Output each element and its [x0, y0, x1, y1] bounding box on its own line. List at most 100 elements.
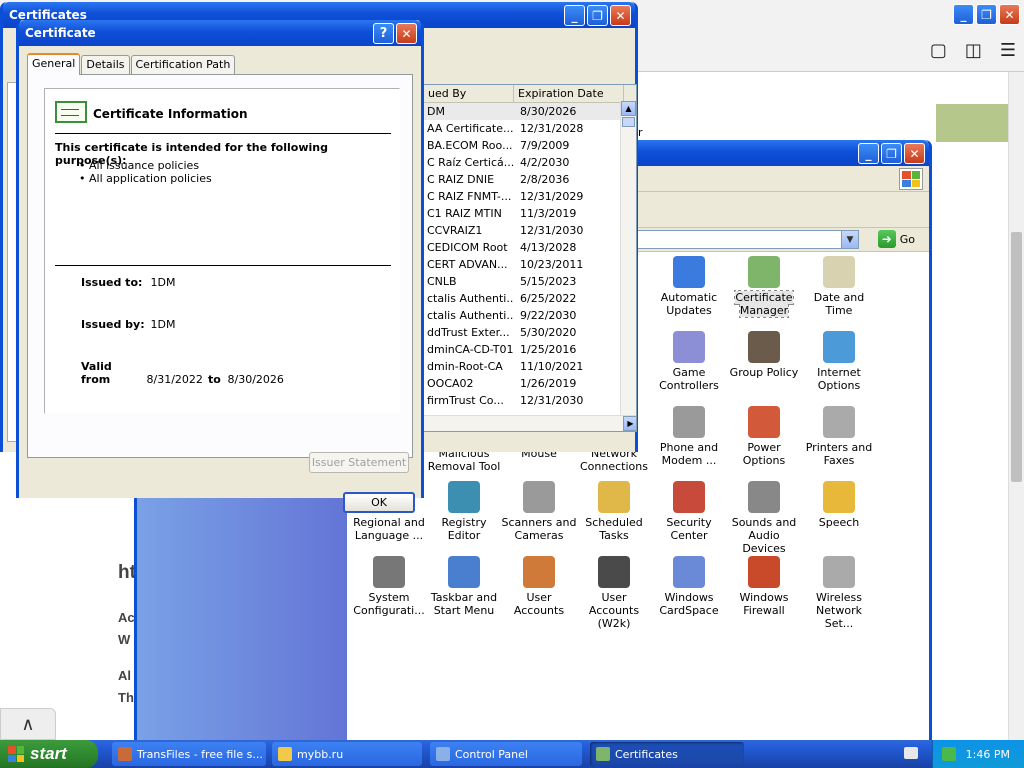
table-row[interactable]: CERT ADVAN... 10/23/2011 — [424, 256, 636, 273]
go-button[interactable]: ➜ Go — [877, 230, 915, 248]
scroll-thumb[interactable] — [622, 117, 635, 127]
table-row[interactable]: dminCA-CD-T01 1/25/2016 — [424, 341, 636, 358]
control-panel-item[interactable]: Wireless Network Set... — [801, 556, 877, 630]
scroll-thumb[interactable] — [1011, 232, 1022, 482]
tab-icon[interactable]: ▢ — [930, 40, 947, 61]
table-row[interactable]: CCVRAIZ1 12/31/2030 — [424, 222, 636, 239]
control-panel-item[interactable]: Certificate Manager — [726, 256, 802, 318]
certificate-list[interactable]: ued By Expiration Date DM 8/30/2026 AA Cer… — [423, 84, 637, 432]
start-button[interactable]: start — [0, 740, 98, 768]
table-row[interactable]: ctalis Authenti... 9/22/2030 — [424, 307, 636, 324]
maximize-button[interactable]: ❐ — [976, 4, 997, 25]
ok-button[interactable]: OK — [343, 492, 415, 513]
control-panel-item[interactable]: Phone and Modem ... — [651, 406, 727, 467]
control-panel-item[interactable]: Printers and Faxes — [801, 406, 877, 467]
help-button[interactable]: ? — [373, 23, 394, 44]
control-panel-item[interactable]: Automatic Updates — [651, 256, 727, 317]
purpose-item: • All application policies — [79, 172, 212, 185]
sidebar-icon[interactable]: ◫ — [965, 40, 982, 61]
control-panel-item-icon — [523, 556, 555, 588]
browser-scrollbar[interactable] — [1008, 72, 1024, 740]
control-panel-item[interactable]: Game Controllers — [651, 331, 727, 392]
column-expiration-date[interactable]: Expiration Date — [514, 85, 624, 102]
table-row[interactable]: C Raíz Certicá... 4/2/2030 — [424, 154, 636, 171]
maximize-button[interactable]: ❐ — [881, 143, 902, 164]
control-panel-item-icon — [823, 406, 855, 438]
menu-icon[interactable]: ☰ — [1000, 40, 1016, 61]
control-panel-item-label: Scheduled Tasks — [585, 516, 643, 542]
task-button-transfiles[interactable]: TransFiles - free file s... — [112, 742, 266, 766]
scroll-up-arrow-icon[interactable]: ▲ — [621, 101, 636, 116]
table-row[interactable]: AA Certificate... 12/31/2028 — [424, 120, 636, 137]
control-panel-item[interactable]: Windows CardSpace — [651, 556, 727, 617]
task-button-control-panel[interactable]: Control Panel — [430, 742, 582, 766]
control-panel-item[interactable]: Registry Editor — [426, 481, 502, 542]
expiration-date-cell: 12/31/2030 — [520, 394, 584, 407]
control-panel-item[interactable]: Scanners and Cameras — [501, 481, 577, 542]
task-button-mybb[interactable]: mybb.ru — [272, 742, 422, 766]
scroll-to-top-button[interactable]: ∧ — [0, 708, 56, 740]
control-panel-item[interactable]: Windows Firewall — [726, 556, 802, 617]
table-row[interactable]: BA.ECOM Roo... 7/9/2009 — [424, 137, 636, 154]
maximize-button[interactable]: ❐ — [587, 5, 608, 26]
issued-by-cell: CCVRAIZ1 — [427, 224, 483, 237]
tab-certification-path[interactable]: Certification Path — [130, 55, 236, 74]
table-row[interactable]: C RAIZ FNMT-... 12/31/2029 — [424, 188, 636, 205]
table-row[interactable]: DM 8/30/2026 — [424, 103, 636, 120]
table-row[interactable]: ctalis Authenti... 6/25/2022 — [424, 290, 636, 307]
table-row[interactable]: firmTrust Co... 12/31/2030 — [424, 392, 636, 409]
tab-details[interactable]: Details — [81, 55, 130, 74]
certificate-titlebar[interactable]: Certificate ? ✕ — [19, 20, 421, 46]
browser-app-icon — [118, 747, 132, 761]
control-panel-item-icon — [748, 406, 780, 438]
clock[interactable]: 1:46 PM — [966, 748, 1010, 761]
minimize-button[interactable]: _ — [858, 143, 879, 164]
control-panel-item[interactable]: System Configurati... — [351, 556, 427, 617]
table-row[interactable]: dmin-Root-CA 11/10/2021 — [424, 358, 636, 375]
close-button[interactable]: ✕ — [396, 23, 417, 44]
horizontal-scrollbar[interactable]: ▶ — [424, 415, 636, 431]
table-row[interactable]: CEDICOM Root 4/13/2028 — [424, 239, 636, 256]
system-tray: 1:46 PM — [932, 740, 1024, 768]
control-panel-item[interactable]: Internet Options — [801, 331, 877, 392]
control-panel-item[interactable]: Speech — [801, 481, 877, 529]
control-panel-item-icon — [748, 556, 780, 588]
control-panel-item[interactable]: Sounds and Audio Devices — [726, 481, 802, 555]
table-row[interactable]: C RAIZ DNIE 2/8/2036 — [424, 171, 636, 188]
control-panel-item-label: Printers and Faxes — [805, 441, 873, 467]
task-button-certificates[interactable]: Certificates — [590, 742, 744, 766]
table-row[interactable]: ddTrust Exter... 5/30/2020 — [424, 324, 636, 341]
close-button[interactable]: ✕ — [610, 5, 631, 26]
control-panel-item[interactable]: User Accounts (W2k) — [576, 556, 652, 630]
table-row[interactable]: CNLB 5/15/2023 — [424, 273, 636, 290]
control-panel-item[interactable]: Scheduled Tasks — [576, 481, 652, 542]
task-label: TransFiles - free file s... — [137, 747, 263, 761]
network-icon[interactable] — [941, 747, 956, 761]
close-button[interactable]: ✕ — [904, 143, 925, 164]
control-panel-item[interactable]: Date and Time — [801, 256, 877, 317]
scroll-right-arrow-icon[interactable]: ▶ — [623, 416, 636, 431]
keyboard-icon[interactable] — [904, 747, 918, 759]
control-panel-item-label: Windows Firewall — [739, 591, 789, 617]
close-button[interactable]: ✕ — [999, 4, 1020, 25]
table-row[interactable]: OOCA02 1/26/2019 — [424, 375, 636, 392]
control-panel-item[interactable]: Power Options — [726, 406, 802, 467]
minimize-button[interactable]: _ — [564, 5, 585, 26]
control-panel-item-icon — [598, 481, 630, 513]
control-panel-item-icon — [673, 481, 705, 513]
control-panel-item[interactable]: Group Policy — [726, 331, 802, 379]
issued-by-cell: AA Certificate... — [427, 122, 514, 135]
minimize-button[interactable]: _ — [953, 4, 974, 25]
control-panel-item[interactable]: Security Center — [651, 481, 727, 542]
control-panel-item[interactable]: User Accounts — [501, 556, 577, 617]
tab-general[interactable]: General — [27, 53, 81, 75]
chevron-down-icon[interactable]: ▼ — [841, 231, 858, 248]
vertical-scrollbar[interactable]: ▲ ▼ — [620, 101, 636, 431]
control-panel-item[interactable]: Taskbar and Start Menu — [426, 556, 502, 617]
expiration-date-cell: 8/30/2026 — [520, 105, 577, 118]
table-row[interactable]: C1 RAIZ MTIN 11/3/2019 — [424, 205, 636, 222]
column-issued-by[interactable]: ued By — [424, 85, 514, 102]
control-panel-item-label: Certificate Manager — [734, 290, 794, 318]
arrow-right-icon: ➜ — [877, 230, 896, 248]
issuer-statement-button[interactable]: Issuer Statement — [309, 452, 409, 473]
